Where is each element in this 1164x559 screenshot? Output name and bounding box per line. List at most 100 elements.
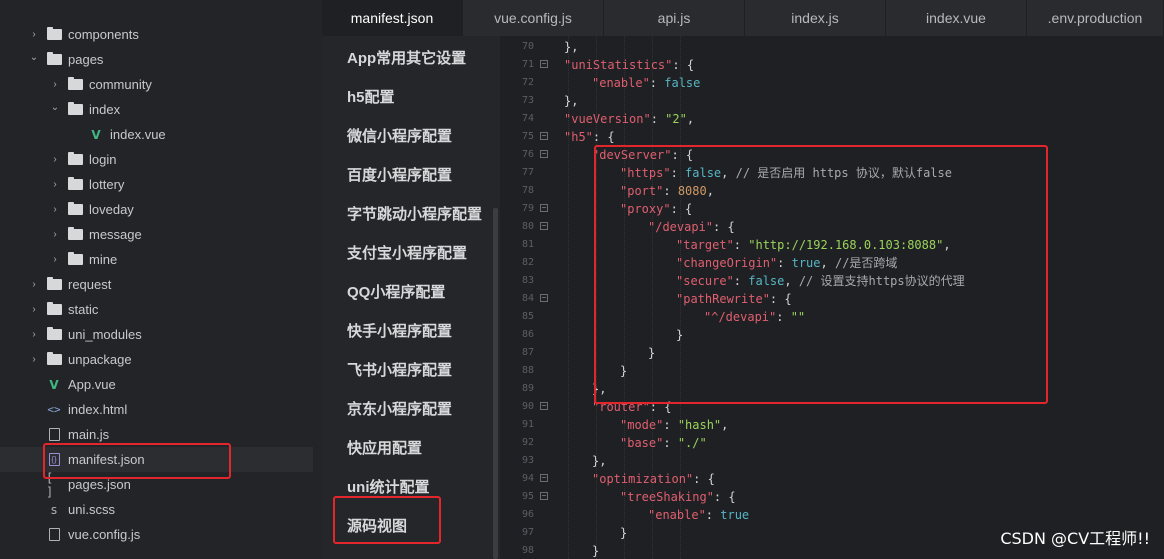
tab-manifest-json[interactable]: manifest.json xyxy=(322,0,463,36)
chevron-right-icon[interactable]: › xyxy=(28,304,40,316)
explorer-item-unpackage[interactable]: › unpackage xyxy=(0,347,313,372)
explorer-item-label: request xyxy=(68,277,112,292)
chevron-right-icon[interactable]: › xyxy=(49,204,61,216)
fold-toggle-icon[interactable]: − xyxy=(540,204,548,212)
fold-toggle-icon[interactable]: − xyxy=(540,132,548,140)
line-number: 97 xyxy=(521,527,534,538)
fold-toggle-icon[interactable]: − xyxy=(540,150,548,158)
config-nav-item[interactable]: 字节跳动小程序配置 xyxy=(347,203,482,224)
chevron-down-icon[interactable]: ⌄ xyxy=(28,51,40,63)
tab-api-js[interactable]: api.js xyxy=(604,0,745,36)
explorer-item-pages[interactable]: ⌄ pages xyxy=(0,47,313,72)
code-line[interactable]: 93}, xyxy=(500,452,1164,470)
explorer-item-lottery[interactable]: › lottery xyxy=(0,172,313,197)
fold-toggle-icon[interactable]: − xyxy=(540,492,548,500)
code-line[interactable]: 94− "optimization": { xyxy=(500,470,1164,488)
config-nav-item[interactable]: 百度小程序配置 xyxy=(347,164,452,185)
manifest-config-nav: App常用其它设置 h5配置微信小程序配置 百度小程序配置字节跳动小程序配置 支付宝小… xyxy=(322,36,500,559)
chevron-right-icon[interactable]: › xyxy=(49,154,61,166)
folder-icon xyxy=(46,352,62,367)
code-line[interactable]: 71− "uniStatistics": { xyxy=(500,56,1164,74)
code-token: : xyxy=(705,508,721,522)
explorer-item-index[interactable]: ⌄ index xyxy=(0,97,313,122)
explorer-item-uni-scss[interactable]: ꜱ uni.scss xyxy=(0,497,313,522)
code-line[interactable]: 92 "base": "./" xyxy=(500,434,1164,452)
vue-file-icon: V xyxy=(49,377,59,392)
line-number: 76 xyxy=(521,149,534,160)
chevron-right-icon[interactable]: › xyxy=(28,279,40,291)
explorer-item-loveday[interactable]: › loveday xyxy=(0,197,313,222)
explorer-item-label: pages.json xyxy=(68,477,131,492)
csdn-watermark: CSDN @CV工程师!! xyxy=(1000,529,1150,548)
tab-vue-config-js[interactable]: vue.config.js xyxy=(463,0,604,36)
folder-icon xyxy=(46,52,62,67)
code-line[interactable]: 75− "h5": { xyxy=(500,128,1164,146)
explorer-item-vue-config-js[interactable]: vue.config.js xyxy=(0,522,313,547)
config-nav-item[interactable]: 快应用配置 xyxy=(347,437,422,458)
config-nav-item[interactable]: 微信小程序配置 xyxy=(347,125,452,146)
chevron-right-icon[interactable]: › xyxy=(49,179,61,191)
config-nav-item[interactable]: h5配置 xyxy=(347,86,395,107)
code-line[interactable]: 96 "enable": true xyxy=(500,506,1164,524)
fold-toggle-icon[interactable]: − xyxy=(540,60,548,68)
config-nav-item[interactable]: App常用其它设置 xyxy=(347,47,466,68)
code-token: : { xyxy=(672,58,695,72)
code-text: "treeShaking": { xyxy=(620,488,736,506)
explorer-item-message[interactable]: › message xyxy=(0,222,313,247)
vue-file-icon: V xyxy=(91,127,101,142)
fold-toggle-icon[interactable]: − xyxy=(540,222,548,230)
config-nav-item[interactable]: 飞书小程序配置 xyxy=(347,359,452,380)
config-nav-item[interactable]: 快手小程序配置 xyxy=(347,320,452,341)
fold-toggle-icon[interactable]: − xyxy=(540,294,548,302)
code-token: "enable" xyxy=(648,508,706,522)
fold-toggle-icon[interactable]: − xyxy=(540,402,548,410)
line-number: 91 xyxy=(521,419,534,430)
fold-toggle-icon[interactable]: − xyxy=(540,474,548,482)
config-nav-item[interactable]: QQ小程序配置 xyxy=(347,281,445,302)
code-token: "enable" xyxy=(592,76,650,90)
explorer-item-uni-modules[interactable]: › uni_modules xyxy=(0,322,313,347)
explorer-item-index-html[interactable]: <> index.html xyxy=(0,397,313,422)
code-line[interactable]: 95− "treeShaking": { xyxy=(500,488,1164,506)
explorer-item-label: unpackage xyxy=(68,352,132,367)
chevron-right-icon[interactable]: › xyxy=(49,79,61,91)
chevron-right-icon[interactable]: › xyxy=(28,29,40,41)
chevron-right-icon[interactable]: › xyxy=(28,354,40,366)
code-token: } xyxy=(592,544,600,558)
tab-env-production[interactable]: .env.production xyxy=(1027,0,1164,36)
explorer-item-label: index.html xyxy=(68,402,128,417)
code-line[interactable]: 70}, xyxy=(500,38,1164,56)
explorer-item-app-vue[interactable]: V App.vue xyxy=(0,372,313,397)
explorer-item-login[interactable]: › login xyxy=(0,147,313,172)
config-nav-item[interactable]: 京东小程序配置 xyxy=(347,398,452,419)
tab-index-vue[interactable]: index.vue xyxy=(886,0,1027,36)
explorer-item-index-vue[interactable]: Vindex.vue xyxy=(0,122,313,147)
code-line[interactable]: 91 "mode": "hash", xyxy=(500,416,1164,434)
chevron-right-icon[interactable]: › xyxy=(28,329,40,341)
chevron-down-icon[interactable]: ⌄ xyxy=(49,101,61,113)
code-text: "optimization": { xyxy=(592,470,715,488)
code-line[interactable]: 74 "vueVersion": "2", xyxy=(500,110,1164,128)
code-token: } xyxy=(620,526,628,540)
pages-json-icon: [ ] xyxy=(46,470,54,499)
config-nav-item[interactable]: 支付宝小程序配置 xyxy=(347,242,467,263)
code-token: "uniStatistics" xyxy=(564,58,673,72)
explorer-item-components[interactable]: › components xyxy=(0,22,313,47)
explorer-item-request[interactable]: › request xyxy=(0,272,313,297)
chevron-right-icon[interactable]: › xyxy=(49,254,61,266)
config-nav-item[interactable]: uni统计配置 xyxy=(347,476,430,497)
chevron-right-icon[interactable]: › xyxy=(49,229,61,241)
explorer-item-static[interactable]: › static xyxy=(0,297,313,322)
code-text: "uniStatistics": { xyxy=(564,56,694,74)
code-token: , xyxy=(686,112,695,126)
explorer-item-label: index.vue xyxy=(110,127,166,142)
tab-index-js[interactable]: index.js xyxy=(745,0,886,36)
explorer-item-community[interactable]: › community xyxy=(0,72,313,97)
code-text: }, xyxy=(564,92,578,110)
explorer-item-mine[interactable]: › mine xyxy=(0,247,313,272)
code-line[interactable]: 72 "enable": false xyxy=(500,74,1164,92)
code-line[interactable]: 73}, xyxy=(500,92,1164,110)
config-nav-scrollbar[interactable] xyxy=(493,208,498,559)
